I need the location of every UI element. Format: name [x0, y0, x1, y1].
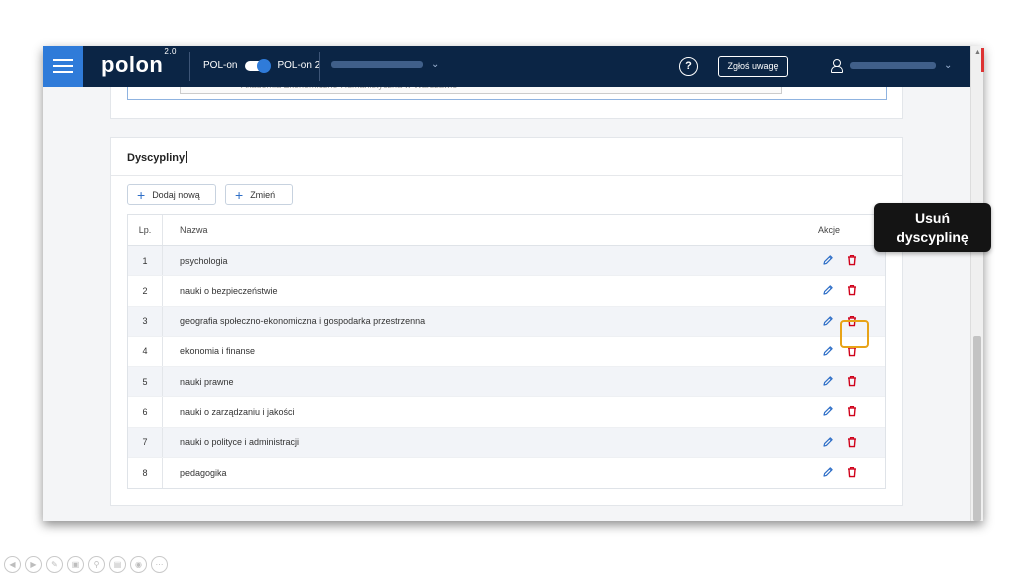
table-header: Lp. Nazwa Akcje: [128, 215, 885, 246]
red-edge-marker: [981, 48, 984, 72]
user-icon: [831, 59, 843, 73]
disciplines-card: Dyscypliny + Dodaj nową + Zmień Lp. Nazw…: [110, 137, 903, 506]
more-options-icon[interactable]: ⋯: [151, 556, 168, 573]
nav-divider: [189, 52, 190, 81]
table-row: 4 ekonomia i finanse: [128, 336, 885, 367]
header-name: Nazwa: [180, 225, 208, 235]
edit-icon[interactable]: [822, 345, 836, 359]
hamburger-icon[interactable]: [43, 46, 83, 87]
disciplines-title: Dyscypliny: [127, 151, 188, 164]
pen-icon[interactable]: ✎: [46, 556, 63, 573]
table-row: 8 pedagogika: [128, 457, 885, 488]
table-row: 5 nauki prawne: [128, 367, 885, 398]
institution-name-blurred: [331, 61, 423, 68]
change-button[interactable]: + Zmień: [225, 184, 293, 205]
subtitles-icon[interactable]: ▤: [109, 556, 126, 573]
edit-icon[interactable]: [822, 375, 836, 389]
plus-icon: +: [235, 186, 244, 203]
zoom-icon[interactable]: ⚲: [88, 556, 105, 573]
app-window: Akademia Ekonomiczno-Humanistyczna w War…: [43, 46, 983, 521]
header-lp: Lp.: [128, 215, 163, 245]
row-name: nauki o bezpieczeństwie: [180, 285, 278, 296]
edit-icon[interactable]: [822, 315, 836, 329]
table-row: 6 nauki o zarządzaniu i jakości: [128, 397, 885, 428]
table-row: 3 geografia społeczno-ekonomiczna i gospo…: [128, 306, 885, 337]
row-lp: 5: [128, 367, 163, 397]
change-label: Zmień: [250, 189, 276, 200]
user-name-blurred: [850, 61, 936, 69]
scroll-thumb[interactable]: [973, 336, 981, 521]
edit-icon[interactable]: [822, 254, 836, 268]
row-name: nauki o zarządzaniu i jakości: [180, 406, 295, 417]
row-name: geografia społeczno-ekonomiczna i gospod…: [180, 316, 426, 327]
camera-icon[interactable]: ◉: [130, 556, 147, 573]
header-actions: Akcje: [818, 225, 841, 235]
row-lp: 8: [128, 457, 163, 488]
row-name: pedagogika: [180, 467, 227, 478]
previous-field: Akademia Ekonomiczno-Humanistyczna w War…: [180, 80, 782, 94]
add-new-button[interactable]: + Dodaj nową: [127, 184, 216, 205]
row-lp: 4: [128, 336, 163, 366]
delete-icon[interactable]: [846, 436, 860, 450]
delete-icon[interactable]: [846, 375, 860, 389]
delete-discipline-callout: Usuń dyscyplinę: [874, 203, 991, 252]
version-toggle[interactable]: [245, 58, 272, 73]
row-lp: 7: [128, 427, 163, 457]
row-name: nauki o polityce i administracji: [180, 437, 300, 448]
delete-icon[interactable]: [846, 254, 860, 268]
callout-line-2: dyscyplinę: [896, 229, 969, 245]
table-row: 2 nauki o bezpieczeństwie: [128, 276, 885, 307]
slide: Akademia Ekonomiczno-Humanistyczna w War…: [0, 0, 1024, 576]
table-row: 7 nauki o polityce i administracji: [128, 427, 885, 458]
edit-icon[interactable]: [822, 284, 836, 298]
disciplines-table: Lp. Nazwa Akcje 1 psychologia 2 nauki o bez…: [127, 214, 886, 489]
row-lp: 3: [128, 306, 163, 336]
user-menu[interactable]: ⌄: [831, 59, 953, 73]
edit-icon[interactable]: [822, 405, 836, 419]
toggle-left-label: POL-on: [203, 60, 238, 71]
delete-highlight-box: [840, 320, 869, 348]
nav-divider: [319, 52, 320, 81]
delete-icon[interactable]: [846, 284, 860, 298]
row-lp: 1: [128, 246, 163, 276]
previous-card: Akademia Ekonomiczno-Humanistyczna w War…: [110, 80, 903, 119]
row-name: psychologia: [180, 255, 228, 266]
card-divider: [111, 175, 902, 176]
polon-logo: polon2.0: [101, 46, 177, 77]
row-lp: 6: [128, 397, 163, 427]
delete-icon[interactable]: [846, 466, 860, 480]
report-issue-button[interactable]: Zgłoś uwagę: [718, 56, 788, 77]
next-slide-icon[interactable]: ▶: [25, 556, 42, 573]
plus-icon: +: [137, 186, 146, 203]
row-name: ekonomia i finanse: [180, 346, 256, 357]
top-navbar: polon2.0 POL-on POL-on 2 ⌄ ? Zgłoś uwagę…: [43, 46, 970, 87]
help-icon[interactable]: ?: [679, 57, 698, 76]
table-row: 1 psychologia: [128, 246, 885, 277]
callout-line-1: Usuń: [915, 210, 950, 226]
institution-select[interactable]: ⌄: [331, 59, 439, 70]
chevron-down-icon: ⌄: [431, 59, 440, 70]
chevron-down-icon: ⌄: [944, 59, 953, 71]
edit-icon[interactable]: [822, 466, 836, 480]
previous-slide-icon[interactable]: ◀: [4, 556, 21, 573]
scroll-up-icon[interactable]: ▲: [974, 49, 981, 56]
edit-icon[interactable]: [822, 436, 836, 450]
row-name: nauki prawne: [180, 376, 234, 387]
delete-icon[interactable]: [846, 405, 860, 419]
slides-icon[interactable]: ▣: [67, 556, 84, 573]
add-new-label: Dodaj nową: [152, 189, 200, 200]
version-toggle-group: POL-on POL-on 2: [203, 58, 321, 73]
scrollbar[interactable]: ▲: [970, 46, 983, 521]
previous-card-inner: Akademia Ekonomiczno-Humanistyczna w War…: [127, 80, 887, 100]
slideshow-controls: ◀ ▶ ✎ ▣ ⚲ ▤ ◉ ⋯: [4, 556, 168, 573]
row-lp: 2: [128, 276, 163, 306]
toggle-right-label: POL-on 2: [277, 60, 321, 71]
